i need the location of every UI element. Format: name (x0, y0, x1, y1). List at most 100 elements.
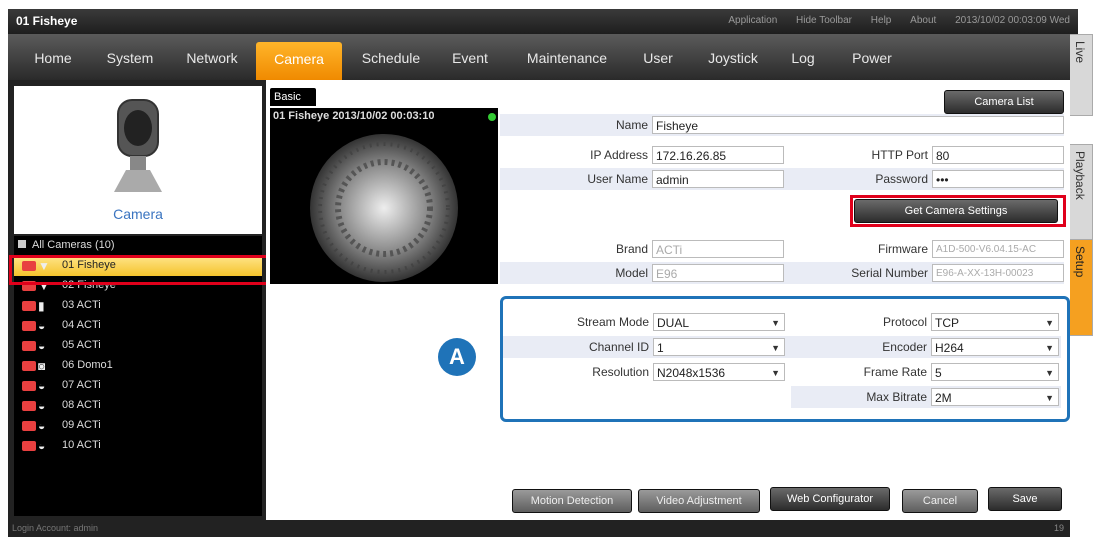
ip-address-input[interactable]: 172.16.26.85 (652, 146, 784, 164)
nav-camera[interactable]: Camera (256, 42, 342, 80)
channel-id-select[interactable]: 1 ▼ (653, 338, 785, 356)
dome-camera-icon: ◒ (38, 319, 46, 333)
dome-camera-icon: ◒ (38, 379, 46, 393)
web-configurator-button[interactable]: Web Configurator (770, 487, 890, 511)
ptz-camera-icon: ◙ (38, 359, 46, 373)
preview-caption: 01 Fisheye 2013/10/02 00:03:10 (273, 110, 435, 122)
nav-maintenance[interactable]: Maintenance (508, 47, 626, 69)
menu-help[interactable]: Help (871, 15, 892, 26)
brand-value: ACTi (652, 240, 784, 258)
camera-item-04[interactable]: ◒ 04 ACTi (14, 316, 262, 336)
chevron-down-icon: ▼ (771, 343, 780, 353)
stream-mode-value: DUAL (657, 316, 690, 330)
title-bar: 01 Fisheye Application Hide Toolbar Help… (8, 9, 1078, 34)
nav-log[interactable]: Log (778, 47, 828, 69)
name-label: Name (615, 118, 648, 132)
dome-camera-icon: ◒ (38, 399, 46, 413)
http-port-input[interactable]: 80 (932, 146, 1064, 164)
tree-title: All Cameras (10) (32, 239, 115, 251)
menu-hide-toolbar[interactable]: Hide Toolbar (796, 15, 852, 26)
tab-setup[interactable]: Setup (1070, 239, 1093, 336)
user-name-label: User Name (587, 172, 648, 186)
resolution-value: N2048x1536 (657, 366, 726, 380)
network-status: 19 (1053, 523, 1064, 533)
dome-camera-icon: ◒ (38, 339, 46, 353)
rec-icon (22, 421, 36, 431)
chevron-down-icon: ▼ (1045, 343, 1054, 353)
motion-detection-button[interactable]: Motion Detection (512, 489, 632, 513)
tab-live[interactable]: Live (1070, 34, 1093, 116)
camera-item-03[interactable]: ▮ 03 ACTi (14, 296, 262, 316)
app-window: 01 Fisheye Application Hide Toolbar Help… (0, 0, 1095, 545)
dome-camera-icon: ◒ (38, 419, 46, 433)
encoder-label: Encoder (882, 340, 927, 354)
tab-playback-label: Playback (1073, 151, 1087, 200)
frame-rate-value: 5 (935, 366, 942, 380)
nav-network[interactable]: Network (172, 47, 252, 69)
user-name-input[interactable]: admin (652, 170, 784, 188)
nav-power[interactable]: Power (836, 47, 908, 69)
camera-header: Camera (14, 86, 262, 234)
video-adjustment-button[interactable]: Video Adjustment (638, 489, 760, 513)
camera-section-label: Camera (113, 206, 163, 222)
protocol-select[interactable]: TCP ▼ (931, 313, 1059, 331)
rec-icon (22, 381, 36, 391)
nav-system[interactable]: System (92, 47, 168, 69)
camera-item-07[interactable]: ◒ 07 ACTi (14, 376, 262, 396)
status-dot-icon (488, 113, 496, 121)
rec-icon (22, 441, 36, 451)
camera-item-06[interactable]: ◙ 06 Domo1 (14, 356, 262, 376)
get-settings-highlight (850, 195, 1066, 227)
nav-event[interactable]: Event (440, 47, 500, 69)
tree-header[interactable]: All Cameras (10) (18, 239, 115, 251)
stream-mode-select[interactable]: DUAL ▼ (653, 313, 785, 331)
camera-item-05[interactable]: ◒ 05 ACTi (14, 336, 262, 356)
side-tabs: Live Playback Setup (1070, 34, 1093, 514)
name-input[interactable]: Fisheye (652, 116, 1064, 134)
menu-about[interactable]: About (910, 15, 936, 26)
camera-item-label: 08 ACTi (62, 399, 101, 411)
protocol-value: TCP (935, 316, 959, 330)
nav-schedule[interactable]: Schedule (346, 47, 436, 69)
serial-number-value: E96-A-XX-13H-00023 (932, 264, 1064, 282)
cancel-button[interactable]: Cancel (902, 489, 978, 513)
max-bitrate-label: Max Bitrate (866, 390, 927, 404)
menu-application[interactable]: Application (728, 15, 777, 26)
window-title: 01 Fisheye (16, 14, 78, 28)
rec-icon (22, 341, 36, 351)
resolution-label: Resolution (592, 365, 649, 379)
camera-sidebar: Camera All Cameras (10) ▼ 01 Fisheye ▼ 02 … (8, 80, 266, 520)
tab-live-label: Live (1073, 41, 1087, 64)
camera-item-08[interactable]: ◒ 08 ACTi (14, 396, 262, 416)
annotation-badge: A (438, 338, 476, 376)
fisheye-preview-image (310, 134, 458, 282)
protocol-label: Protocol (882, 315, 927, 329)
frame-rate-label: Frame Rate (863, 365, 927, 379)
camera-item-label: 06 Domo1 (62, 359, 113, 371)
max-bitrate-select[interactable]: 2M ▼ (931, 388, 1059, 406)
nav-user[interactable]: User (630, 47, 686, 69)
camera-item-10[interactable]: ◒ 10 ACTi (14, 436, 262, 456)
dome-camera-icon: ◒ (38, 439, 46, 453)
encoder-select[interactable]: H264 ▼ (931, 338, 1059, 356)
save-button[interactable]: Save (988, 487, 1062, 511)
ip-address-label: IP Address (590, 148, 648, 162)
camera-list-button[interactable]: Camera List (944, 90, 1064, 114)
login-account: Login Account: admin (12, 523, 99, 533)
nav-joystick[interactable]: Joystick (692, 47, 774, 69)
password-input[interactable]: ••• (932, 170, 1064, 188)
collapse-icon[interactable] (18, 240, 26, 248)
camera-preview[interactable]: 01 Fisheye 2013/10/02 00:03:10 (270, 108, 498, 284)
firmware-label: Firmware (878, 242, 928, 256)
camera-item-label: 04 ACTi (62, 319, 101, 331)
channel-id-label: Channel ID (588, 340, 649, 354)
camera-item-09[interactable]: ◒ 09 ACTi (14, 416, 262, 436)
stream-mode-label: Stream Mode (576, 315, 649, 329)
nav-home[interactable]: Home (18, 47, 88, 69)
resolution-select[interactable]: N2048x1536 ▼ (653, 363, 785, 381)
camera-settings-panel: Basic Camera List 01 Fisheye 2013/10/02 … (266, 80, 1070, 520)
rec-icon (22, 301, 36, 311)
tab-basic[interactable]: Basic (270, 88, 316, 106)
tab-setup-label: Setup (1073, 246, 1087, 278)
frame-rate-select[interactable]: 5 ▼ (931, 363, 1059, 381)
